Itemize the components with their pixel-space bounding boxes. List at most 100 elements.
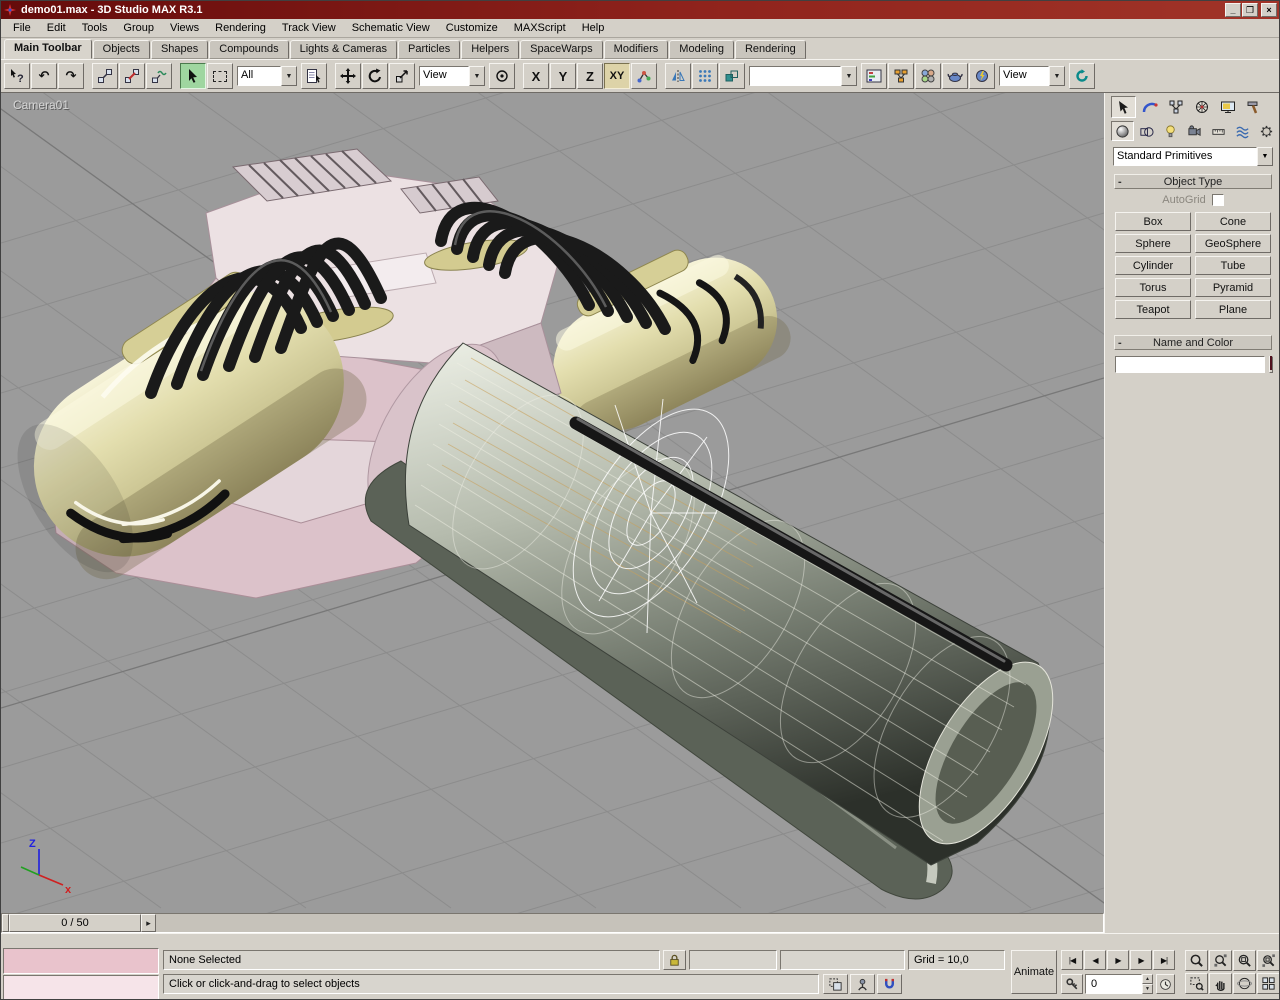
chevron-down-icon[interactable]: ▼: [841, 66, 857, 86]
object-color-swatch[interactable]: [1269, 356, 1273, 373]
sphere-button[interactable]: Sphere: [1115, 234, 1191, 253]
frame-spinner[interactable]: ▲▼: [1142, 974, 1153, 994]
torus-button[interactable]: Torus: [1115, 278, 1191, 297]
time-slider[interactable]: 0 / 50 ▸: [1, 913, 1104, 933]
spinner-up-icon[interactable]: ▲: [1142, 974, 1153, 984]
menu-schematic-view[interactable]: Schematic View: [344, 20, 438, 36]
chevron-down-icon[interactable]: ▼: [1049, 66, 1065, 86]
tab-modifiers[interactable]: Modifiers: [604, 40, 669, 59]
category-spacewarps[interactable]: [1231, 121, 1254, 141]
selection-filter-combo[interactable]: All ▼: [237, 66, 297, 86]
render-type-value[interactable]: View: [999, 66, 1049, 86]
menu-tools[interactable]: Tools: [74, 20, 116, 36]
menu-track-view[interactable]: Track View: [274, 20, 344, 36]
tab-shapes[interactable]: Shapes: [151, 40, 208, 59]
tab-helpers[interactable]: Helpers: [461, 40, 519, 59]
go-to-start-button[interactable]: |◀: [1061, 950, 1083, 970]
restrict-xy-plane-button[interactable]: XY: [604, 63, 630, 89]
close-button[interactable]: ×: [1261, 3, 1277, 17]
go-to-end-button[interactable]: ▶|: [1153, 950, 1175, 970]
cylinder-button[interactable]: Cylinder: [1115, 256, 1191, 275]
redo-button[interactable]: ↷: [58, 63, 84, 89]
menu-file[interactable]: File: [5, 20, 39, 36]
tube-button[interactable]: Tube: [1195, 256, 1271, 275]
render-scene-button[interactable]: [942, 63, 968, 89]
tab-display[interactable]: [1215, 96, 1240, 118]
crossing-selection-toggle[interactable]: [823, 974, 848, 994]
maxscript-mini-listener[interactable]: [3, 975, 159, 1000]
next-frame-button[interactable]: ▶: [1130, 950, 1152, 970]
restrict-x-button[interactable]: X: [523, 63, 549, 89]
reference-coordinate-value[interactable]: View: [419, 66, 469, 86]
arc-rotate-button[interactable]: [1233, 973, 1256, 994]
zoom-extents-all-button[interactable]: [1257, 950, 1280, 971]
play-button[interactable]: ▶: [1107, 950, 1129, 970]
time-slider-step-right[interactable]: ▸: [141, 914, 156, 932]
plane-button[interactable]: Plane: [1195, 300, 1271, 319]
previous-frame-button[interactable]: ◀: [1084, 950, 1106, 970]
undo-button[interactable]: ↶: [31, 63, 57, 89]
menu-maxscript[interactable]: MAXScript: [506, 20, 574, 36]
select-by-name-button[interactable]: [301, 63, 327, 89]
zoom-all-button[interactable]: [1209, 950, 1232, 971]
category-shapes[interactable]: [1135, 121, 1158, 141]
zoom-extents-button[interactable]: [1233, 950, 1256, 971]
snap-toggle[interactable]: [877, 974, 902, 994]
help-mode-button[interactable]: ?: [4, 63, 30, 89]
time-configuration-button[interactable]: [1156, 974, 1175, 994]
tab-lights-cameras[interactable]: Lights & Cameras: [290, 40, 397, 59]
menu-group[interactable]: Group: [115, 20, 162, 36]
quick-render-button[interactable]: [969, 63, 995, 89]
zoom-button[interactable]: [1185, 950, 1208, 971]
time-slider-left-end[interactable]: [2, 914, 9, 932]
region-zoom-button[interactable]: [1185, 973, 1208, 994]
degradation-override-toggle[interactable]: [850, 974, 875, 994]
menu-views[interactable]: Views: [162, 20, 207, 36]
category-helpers[interactable]: [1207, 121, 1230, 141]
maximize-button[interactable]: ❐: [1242, 3, 1258, 17]
named-selection-sets-combo[interactable]: ▼: [749, 66, 857, 86]
pyramid-button[interactable]: Pyramid: [1195, 278, 1271, 297]
chevron-down-icon[interactable]: ▼: [469, 66, 485, 86]
tab-particles[interactable]: Particles: [398, 40, 460, 59]
autogrid-checkbox[interactable]: [1212, 194, 1224, 206]
spinner-down-icon[interactable]: ▼: [1142, 984, 1153, 994]
minimize-button[interactable]: _: [1225, 3, 1241, 17]
app-logo-icon[interactable]: [3, 3, 17, 17]
menu-customize[interactable]: Customize: [438, 20, 506, 36]
menu-help[interactable]: Help: [574, 20, 613, 36]
category-geometry[interactable]: [1111, 121, 1134, 141]
tab-motion[interactable]: [1189, 96, 1214, 118]
box-button[interactable]: Box: [1115, 212, 1191, 231]
tab-hierarchy[interactable]: [1163, 96, 1188, 118]
select-and-move-button[interactable]: [335, 63, 361, 89]
name-and-color-rollout-header[interactable]: - Name and Color: [1114, 335, 1272, 350]
tab-main-toolbar[interactable]: Main Toolbar: [4, 39, 92, 59]
cone-button[interactable]: Cone: [1195, 212, 1271, 231]
viewport-3d-scene[interactable]: Z x: [1, 93, 1104, 913]
menu-edit[interactable]: Edit: [39, 20, 74, 36]
chevron-down-icon[interactable]: ▼: [281, 66, 297, 86]
tab-spacewarps[interactable]: SpaceWarps: [520, 40, 603, 59]
tab-utilities[interactable]: [1241, 96, 1266, 118]
menu-rendering[interactable]: Rendering: [207, 20, 274, 36]
chevron-down-icon[interactable]: ▼: [1257, 147, 1273, 166]
key-mode-toggle[interactable]: [1061, 974, 1083, 994]
select-and-link-button[interactable]: [92, 63, 118, 89]
select-object-button[interactable]: [180, 63, 206, 89]
tab-objects[interactable]: Objects: [93, 40, 150, 59]
select-and-rotate-button[interactable]: [362, 63, 388, 89]
current-frame-field[interactable]: 0: [1085, 974, 1142, 994]
time-slider-handle[interactable]: 0 / 50: [9, 914, 141, 932]
category-systems[interactable]: [1255, 121, 1278, 141]
object-name-field[interactable]: [1115, 356, 1265, 373]
selection-lock-toggle[interactable]: [663, 950, 686, 970]
region-select-button[interactable]: [207, 63, 233, 89]
mirror-button[interactable]: [665, 63, 691, 89]
render-last-button[interactable]: [1069, 63, 1095, 89]
render-type-combo[interactable]: View ▼: [999, 66, 1065, 86]
align-button[interactable]: [719, 63, 745, 89]
reference-coordinate-combo[interactable]: View ▼: [419, 66, 485, 86]
selection-filter-value[interactable]: All: [237, 66, 281, 86]
use-pivot-center-button[interactable]: [489, 63, 515, 89]
